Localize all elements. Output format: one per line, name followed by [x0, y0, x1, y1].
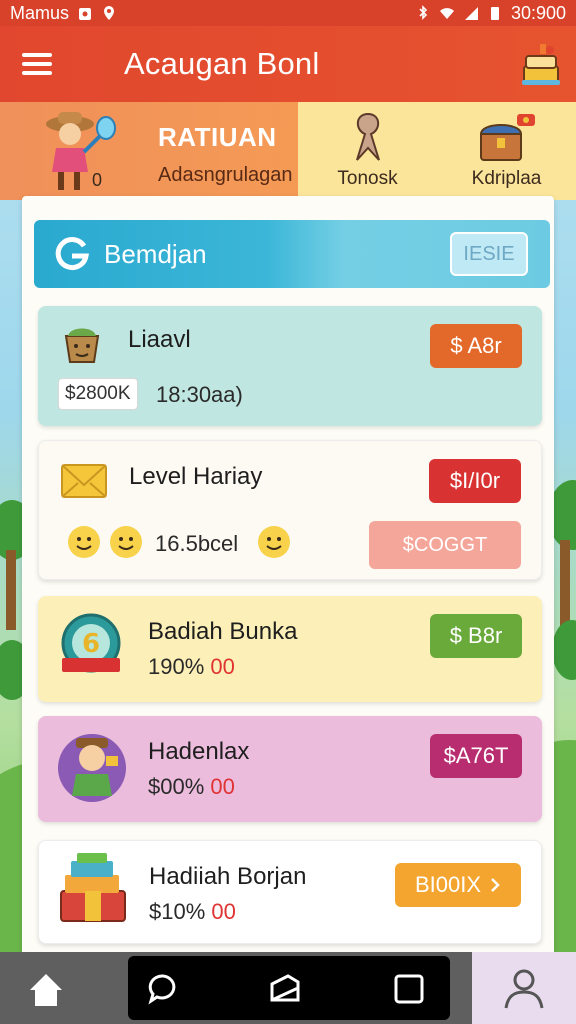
smiley-icon [68, 526, 100, 558]
card-detail: 18:30aa) [156, 382, 243, 407]
card-title: Liaavl [128, 326, 191, 353]
card-title: Hadenlax [148, 738, 250, 765]
signal-icon [464, 7, 478, 20]
status-bar: Mamus 30:900 [0, 0, 576, 26]
tab-kdriplaa[interactable]: Kdriplaa [437, 102, 576, 200]
card-title: Hadiiah Borjan [149, 863, 307, 890]
list-item[interactable]: Hadenlax $A76T $00% 00 [38, 716, 542, 822]
home-icon[interactable] [26, 970, 66, 1008]
tab-subtitle: Adasngrulagan [158, 164, 293, 186]
price-button[interactable]: BI00IX [395, 863, 521, 907]
bottom-nav [0, 952, 576, 1024]
tab-title: RATIUAN [158, 122, 277, 152]
svg-text:6: 6 [82, 629, 100, 659]
g-logo-icon [55, 237, 89, 271]
bag-face-icon [64, 328, 100, 363]
amount-chip: $2800K [58, 378, 138, 410]
card-detail: 190% 00 [148, 654, 235, 679]
price-button[interactable]: $A76T [430, 734, 522, 778]
bluetooth-icon [419, 5, 428, 20]
smiley-icon [258, 526, 290, 558]
profile-icon [504, 969, 544, 1009]
price-button[interactable]: $ A8r [430, 324, 522, 368]
search-button[interactable]: IESIE [450, 232, 528, 276]
tab-ratiuan[interactable]: 0 RATIUAN Adasngrulagan [0, 102, 298, 200]
farmer-boy-icon [58, 734, 126, 802]
treasure-chest-icon [479, 114, 535, 161]
location-icon [104, 6, 115, 20]
clock-text: 30:900 [510, 2, 566, 23]
secondary-button[interactable]: $COGGT [369, 521, 521, 569]
tab-row: 0 RATIUAN Adasngrulagan Tonosk Kdriplaa [0, 102, 576, 200]
tab-label: Tonosk [337, 168, 398, 189]
list-item[interactable]: 6 Badiah Bunka $ B8r 190% 00 [38, 596, 542, 702]
gift-box-icon [60, 853, 126, 922]
nav-center-group [128, 956, 450, 1020]
smiley-icon [110, 526, 142, 558]
carrier-text: Mamus [10, 2, 70, 23]
ribbon-icon [355, 112, 380, 161]
profile-tab[interactable] [472, 952, 576, 1024]
cake-icon[interactable] [520, 40, 562, 88]
folder-icon[interactable] [268, 972, 302, 1006]
wifi-icon [439, 8, 454, 19]
chat-icon[interactable] [146, 972, 180, 1006]
lock-icon [79, 8, 92, 20]
app-title: Acaugan Bonl [124, 46, 320, 81]
search-bar[interactable]: Bemdjan IESIE [34, 220, 550, 288]
battery-icon [490, 7, 499, 20]
tab-label: Kdriplaa [471, 168, 542, 189]
tab-tonosk[interactable]: Tonosk [298, 102, 437, 200]
chevron-right-icon [491, 878, 500, 892]
farmer-girl-icon [46, 112, 116, 190]
card-title: Badiah Bunka [148, 618, 298, 645]
card-detail: $10% 00 [149, 899, 236, 924]
card-detail: $00% 00 [148, 774, 235, 799]
envelope-icon [61, 464, 107, 498]
tab-count: 0 [92, 170, 103, 190]
price-button[interactable]: $ B8r [430, 614, 522, 658]
card-detail: 16.5bcel [155, 531, 239, 556]
card-title: Level Hariay [129, 463, 263, 490]
list-item[interactable]: Liaavl $ A8r $2800K 18:30aa) [38, 306, 542, 426]
badge-six-icon: 6 [61, 613, 121, 673]
price-button[interactable]: $I/I0r [429, 459, 521, 503]
hamburger-menu-icon[interactable] [22, 53, 52, 75]
square-icon[interactable] [392, 972, 426, 1006]
search-label: Bemdjan [104, 238, 207, 269]
app-bar: Acaugan Bonl [0, 26, 576, 102]
main-panel: Bemdjan IESIE Liaavl $ A8r $2800K 18:30a… [22, 196, 554, 956]
list-item[interactable]: Hadiiah Borjan BI00IX $10% 00 [38, 840, 542, 944]
list-item[interactable]: Level Hariay $I/I0r 16.5bcel $COGGT [38, 440, 542, 580]
